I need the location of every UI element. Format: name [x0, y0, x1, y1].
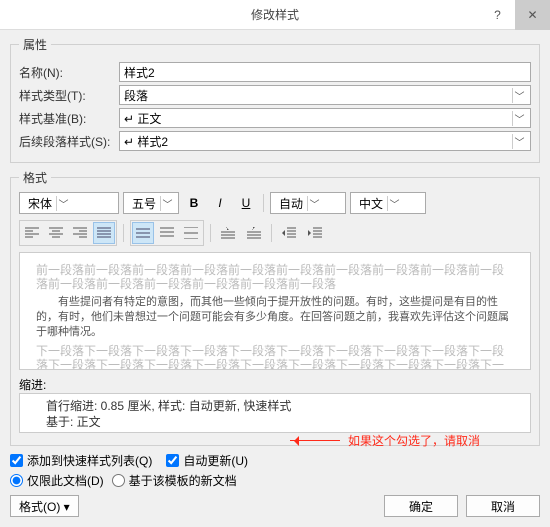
space-before-decrease-icon[interactable] — [243, 222, 265, 244]
annotation-text: 如果这个勾选了，请取消 — [348, 432, 480, 449]
annotation: 如果这个勾选了，请取消 — [290, 432, 480, 449]
font-combo[interactable]: 宋体 ﹀ — [19, 192, 119, 214]
indent-label: 缩进: — [19, 376, 531, 393]
quicklist-checkbox[interactable] — [10, 454, 23, 467]
doc-only-label: 仅限此文档(D) — [27, 472, 104, 489]
size-combo[interactable]: 五号 ﹀ — [123, 192, 179, 214]
quicklist-label: 添加到快速样式列表(Q) — [27, 452, 152, 469]
chevron-down-icon: ﹀ — [307, 196, 321, 211]
properties-legend: 属性 — [19, 36, 51, 53]
help-icon[interactable]: ? — [480, 0, 515, 30]
line-spacing-15-icon[interactable] — [156, 222, 178, 244]
format-legend: 格式 — [19, 169, 51, 186]
ok-button[interactable]: 确定 — [384, 495, 458, 517]
space-before-increase-icon[interactable] — [217, 222, 239, 244]
line-spacing-2-icon[interactable] — [180, 222, 202, 244]
template-radio[interactable] — [112, 474, 125, 487]
base-combo[interactable]: ↵ 正文 ﹀ — [119, 108, 531, 128]
preview-sample: 有些提问者有特定的意图，而其他一些倾向于提开放性的问题。有时，这些提问是有目的性… — [36, 295, 514, 340]
format-group: 格式 宋体 ﹀ 五号 ﹀ B I U 自动 ﹀ 中文 ﹀ — [10, 169, 540, 446]
template-label: 基于该模板的新文档 — [129, 472, 237, 489]
chevron-down-icon: ﹀ — [56, 196, 70, 211]
align-justify-icon[interactable] — [93, 222, 115, 244]
align-right-icon[interactable] — [69, 222, 91, 244]
chevron-down-icon: ﹀ — [512, 134, 526, 149]
color-combo[interactable]: 自动 ﹀ — [270, 192, 346, 214]
name-label: 名称(N): — [19, 64, 119, 81]
font-toolbar: 宋体 ﹀ 五号 ﹀ B I U 自动 ﹀ 中文 ﹀ — [19, 192, 531, 214]
lang-combo[interactable]: 中文 ﹀ — [350, 192, 426, 214]
base-label: 样式基准(B): — [19, 110, 119, 127]
align-left-icon[interactable] — [21, 222, 43, 244]
underline-button[interactable]: U — [235, 192, 257, 214]
type-combo[interactable]: 段落 ﹀ — [119, 85, 531, 105]
autoupdate-label: 自动更新(U) — [183, 452, 248, 469]
close-icon[interactable]: ✕ — [515, 0, 550, 30]
chevron-down-icon: ﹀ — [512, 88, 526, 103]
dialog-title: 修改样式 — [251, 6, 299, 23]
line-spacing-1-icon[interactable] — [132, 222, 154, 244]
properties-group: 属性 名称(N): 样式类型(T): 段落 ﹀ 样式基准(B): ↵ 正文 ﹀ … — [10, 36, 540, 163]
chevron-down-icon: ﹀ — [160, 196, 174, 211]
paragraph-toolbar — [19, 220, 531, 246]
align-center-icon[interactable] — [45, 222, 67, 244]
title-bar: 修改样式 ? ✕ — [0, 0, 550, 30]
format-dropdown-button[interactable]: 格式(O) ▾ — [10, 495, 79, 517]
doc-only-radio[interactable] — [10, 474, 23, 487]
preview-gray-after: 下一段落下一段落下一段落下一段落下一段落下一段落下一段落下一段落下一段落下一段落… — [36, 344, 514, 370]
preview-gray-before: 前一段落前一段落前一段落前一段落前一段落前一段落前一段落前一段落前一段落前一段落… — [36, 263, 514, 291]
indent-decrease-icon[interactable] — [278, 222, 300, 244]
arrow-icon — [290, 440, 340, 441]
italic-button[interactable]: I — [209, 192, 231, 214]
preview-box: 前一段落前一段落前一段落前一段落前一段落前一段落前一段落前一段落前一段落前一段落… — [19, 252, 531, 370]
chevron-down-icon: ﹀ — [387, 196, 401, 211]
cancel-button[interactable]: 取消 — [466, 495, 540, 517]
chevron-down-icon: ﹀ — [512, 111, 526, 126]
indent-increase-icon[interactable] — [304, 222, 326, 244]
description-box: 首行缩进: 0.85 厘米, 样式: 自动更新, 快速样式 基于: 正文 — [19, 393, 531, 433]
next-label: 后续段落样式(S): — [19, 133, 119, 150]
dialog-body: 属性 名称(N): 样式类型(T): 段落 ﹀ 样式基准(B): ↵ 正文 ﹀ … — [0, 30, 550, 527]
autoupdate-checkbox[interactable] — [166, 454, 179, 467]
name-input[interactable] — [119, 62, 531, 82]
window-controls: ? ✕ — [480, 0, 550, 30]
next-combo[interactable]: ↵ 样式2 ﹀ — [119, 131, 531, 151]
type-label: 样式类型(T): — [19, 87, 119, 104]
description-line1: 首行缩进: 0.85 厘米, 样式: 自动更新, 快速样式 — [46, 398, 504, 414]
description-line2: 基于: 正文 — [46, 414, 504, 430]
footer: 格式(O) ▾ 确定 取消 — [10, 495, 540, 517]
bold-button[interactable]: B — [183, 192, 205, 214]
